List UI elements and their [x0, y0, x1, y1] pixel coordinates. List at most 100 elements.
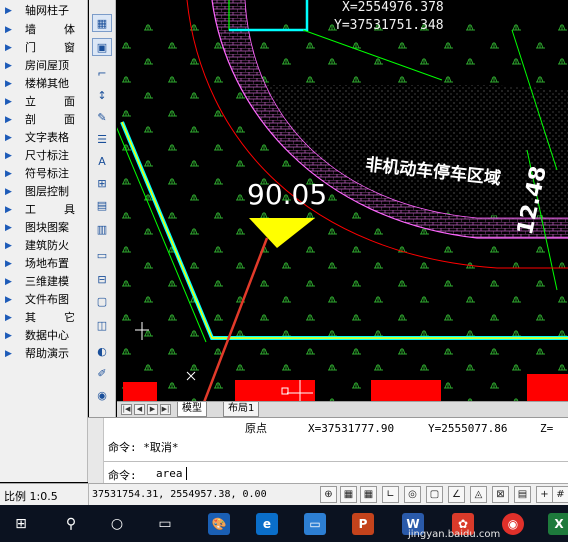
- command-window-grip[interactable]: [88, 418, 104, 484]
- align-icon[interactable]: ☰: [92, 130, 112, 148]
- origin-y: Y=2555077.86: [428, 422, 508, 435]
- expand-arrow-icon: ▶: [5, 61, 12, 71]
- expand-arrow-icon: ▶: [5, 79, 12, 89]
- expand-arrow-icon: ▶: [5, 223, 12, 233]
- search-icon[interactable]: ⚲: [56, 510, 86, 537]
- menu-item-fire-protection[interactable]: ▶ 建筑防火: [0, 237, 88, 255]
- expand-arrow-icon: ▶: [5, 169, 12, 179]
- chart-icon[interactable]: ◫: [92, 316, 112, 334]
- menu-item-help-demo[interactable]: ▶ 帮助演示: [0, 345, 88, 363]
- origin-label: 原点: [245, 422, 267, 435]
- otrack-icon[interactable]: ▢: [426, 486, 443, 503]
- menu-item-site-layout[interactable]: ▶ 场地布置: [0, 255, 88, 273]
- coord-x-label: X=2554976.378: [342, 0, 444, 15]
- layout-tabs: |◀ ◀ ▶ ▶| 模型 布局1: [117, 401, 568, 417]
- expand-arrow-icon: ▶: [5, 313, 12, 323]
- tab-layout1[interactable]: 布局1: [223, 402, 260, 417]
- expand-arrow-icon: ▶: [5, 6, 12, 16]
- lineweight-icon[interactable]: ⊠: [492, 486, 509, 503]
- edit-icon[interactable]: ✐: [92, 364, 112, 382]
- windows-taskbar: ⊞ ⚲ ○ ▭ 🎨 e ▭ P W ✿ ◉ X jingyan.baidu.co…: [0, 505, 568, 542]
- origin-x: X=37531777.90: [308, 422, 395, 435]
- scale-selector[interactable]: 比例 1:0.5: [4, 488, 58, 504]
- command-history-line: 命令: *取消*: [108, 441, 179, 454]
- polar-icon[interactable]: ∟: [382, 486, 399, 503]
- paint-app-icon[interactable]: 🎨: [208, 513, 230, 535]
- menu-item-room-roof[interactable]: ▶ 房间屋顶: [0, 57, 88, 75]
- menu-item-section[interactable]: ▶ 剖 面: [0, 111, 88, 129]
- menu-item-file-layout[interactable]: ▶ 文件布图: [0, 291, 88, 309]
- powerpoint-icon[interactable]: P: [352, 513, 374, 535]
- menu-item-symbol[interactable]: ▶ 符号标注: [0, 165, 88, 183]
- menu-item-layer-control[interactable]: ▶ 图层控制: [0, 183, 88, 201]
- expand-arrow-icon: ▶: [5, 277, 12, 287]
- snap-icon[interactable]: ⊕: [320, 486, 337, 503]
- ruler-icon[interactable]: ⊟: [92, 270, 112, 288]
- remote-desktop-icon[interactable]: ▭: [304, 513, 326, 535]
- expand-arrow-icon: ▶: [5, 241, 12, 251]
- menu-item-wall[interactable]: ▶ 墙 体: [0, 21, 88, 39]
- polyline-icon[interactable]: ⌐: [92, 64, 112, 82]
- edge-browser-icon[interactable]: e: [256, 513, 278, 535]
- measure-icon[interactable]: ▭: [92, 246, 112, 264]
- menu-item-dimension[interactable]: ▶ 尺寸标注: [0, 147, 88, 165]
- watermark-text: jingyan.baidu.com: [408, 529, 501, 540]
- drawing-toolbar: ▦ ▣ ⌐ ↕ ✎ ☰ A ⊞ ▤ ▥ ▭ ⊟ ▢ ◫ ◐ ✐ ◉: [89, 0, 116, 423]
- expand-arrow-icon: ▶: [5, 97, 12, 107]
- status-bar: 比例 1:0.5 37531754.31, 2554957.38, 0.00 ⊕…: [0, 483, 568, 506]
- menu-item-text-table[interactable]: ▶ 文字表格: [0, 129, 88, 147]
- grid-toggle-icon[interactable]: #: [552, 486, 568, 503]
- insert-icon[interactable]: ⊞: [92, 174, 112, 192]
- menu-item-axis-column[interactable]: ▶ 轴网柱子: [0, 2, 88, 20]
- layer-icon[interactable]: ▢: [92, 292, 112, 310]
- expand-arrow-icon: ▶: [5, 187, 12, 197]
- block-icon[interactable]: ▣: [92, 38, 112, 56]
- task-view-icon[interactable]: ▭: [150, 510, 180, 537]
- menu-item-tools[interactable]: ▶ 工 具: [0, 201, 88, 219]
- first-tab-icon[interactable]: |◀: [121, 404, 132, 415]
- command-window: 原点 X=37531777.90 Y=2555077.86 Z= 命令: *取消…: [88, 417, 568, 484]
- dimension-value: 90.05: [247, 178, 328, 211]
- text-icon[interactable]: A: [92, 152, 112, 170]
- expand-arrow-icon: ▶: [5, 295, 12, 305]
- last-tab-icon[interactable]: ▶|: [160, 404, 171, 415]
- dynamic-ucs-icon[interactable]: ∠: [448, 486, 465, 503]
- menu-item-door-window[interactable]: ▶ 门 窗: [0, 39, 88, 57]
- cortana-icon[interactable]: ○: [102, 510, 132, 537]
- grid-icon[interactable]: ▦: [92, 14, 112, 32]
- quick-props-icon[interactable]: ▤: [514, 486, 531, 503]
- expand-arrow-icon: ▶: [5, 331, 12, 341]
- prev-tab-icon[interactable]: ◀: [134, 404, 145, 415]
- cursor-coordinates: 37531754.31, 2554957.38, 0.00: [92, 489, 267, 500]
- pencil-icon[interactable]: ✎: [92, 108, 112, 126]
- command-input[interactable]: area: [156, 467, 183, 480]
- dimension-icon[interactable]: ↕: [92, 86, 112, 104]
- osnap-icon[interactable]: ◎: [404, 486, 421, 503]
- command-prompt-label: 命令:: [108, 469, 137, 482]
- ortho-icon[interactable]: ▦: [360, 486, 377, 503]
- menu-item-data-center[interactable]: ▶ 数据中心: [0, 327, 88, 345]
- grid-display-icon[interactable]: ▦: [340, 486, 357, 503]
- drawing-canvas[interactable]: X=2554976.378 Y=37531751.348 非机动车停车区域 90…: [117, 0, 568, 401]
- dynamic-input-icon[interactable]: ◬: [470, 486, 487, 503]
- expand-arrow-icon: ▶: [5, 349, 12, 359]
- tab-model[interactable]: 模型: [177, 402, 207, 417]
- menu-item-stairs[interactable]: ▶ 楼梯其他: [0, 75, 88, 93]
- menu-item-block-hatch[interactable]: ▶ 图块图案: [0, 219, 88, 237]
- menu-item-others[interactable]: ▶ 其 它: [0, 309, 88, 327]
- origin-z: Z=: [540, 422, 554, 435]
- expand-arrow-icon: ▶: [5, 205, 12, 215]
- netease-music-icon[interactable]: ◉: [502, 513, 524, 535]
- view-icon[interactable]: ◉: [92, 386, 112, 404]
- menu-item-3d-modeling[interactable]: ▶ 三维建模: [0, 273, 88, 291]
- windows-start-icon[interactable]: ⊞: [6, 510, 36, 537]
- paint-icon[interactable]: ◐: [92, 342, 112, 360]
- excel-icon[interactable]: X: [548, 513, 568, 535]
- table-icon[interactable]: ▥: [92, 220, 112, 238]
- cad-drawing: [117, 0, 568, 401]
- menu-item-elevation[interactable]: ▶ 立 面: [0, 93, 88, 111]
- coord-y-label: Y=37531751.348: [334, 18, 444, 33]
- plus-icon[interactable]: +: [536, 486, 553, 503]
- hatch-icon[interactable]: ▤: [92, 196, 112, 214]
- next-tab-icon[interactable]: ▶: [147, 404, 158, 415]
